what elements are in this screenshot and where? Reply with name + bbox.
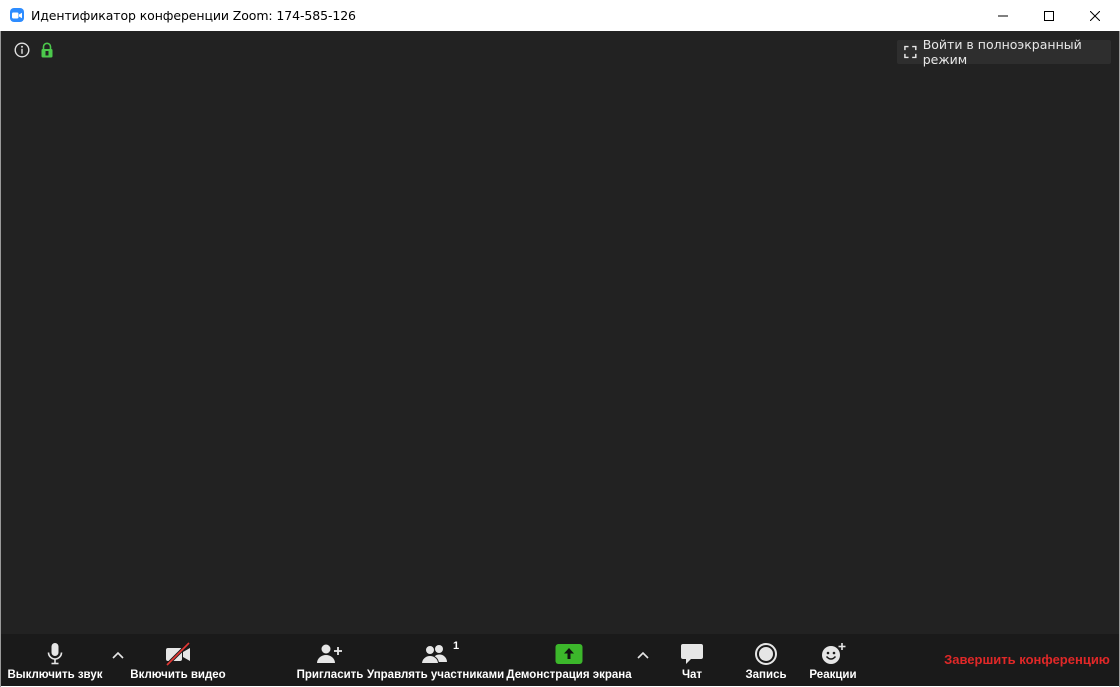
video-off-icon [165, 642, 191, 666]
add-reaction-icon [822, 643, 846, 664]
manage-participants-label: Управлять участниками [367, 669, 505, 681]
mute-label: Выключить звук [7, 669, 103, 681]
close-icon [1090, 10, 1100, 21]
chevron-up-icon [112, 651, 124, 659]
add-user-icon [317, 644, 342, 663]
share-options-caret[interactable] [635, 647, 651, 663]
maximize-button[interactable] [1026, 0, 1072, 31]
close-button[interactable] [1072, 0, 1118, 31]
start-video-label: Включить видео [130, 669, 226, 681]
chat-label: Чат [681, 669, 703, 681]
invite-label: Пригласить [296, 669, 364, 681]
window-title: Идентификатор конференции Zoom: 174-585-… [31, 8, 356, 23]
share-screen-button[interactable]: Демонстрация экрана [505, 634, 633, 686]
record-button[interactable]: Запись [741, 634, 791, 686]
chat-button[interactable]: Чат [671, 634, 713, 686]
maximize-icon [1044, 10, 1054, 21]
share-screen-icon [555, 644, 583, 664]
meeting-toolbar: Выключить звук Включить видео Пригласить… [1, 634, 1119, 686]
participants-count: 1 [453, 640, 460, 652]
enter-fullscreen-button[interactable]: Войти в полноэкранный режим [897, 37, 1111, 67]
chat-icon [681, 644, 703, 664]
mute-button[interactable]: Выключить звук [1, 634, 109, 686]
record-icon [755, 643, 777, 665]
start-video-button[interactable]: Включить видео [129, 634, 227, 686]
fullscreen-icon [904, 45, 917, 59]
chevron-up-icon [637, 651, 649, 659]
info-icon[interactable] [14, 42, 30, 58]
zoom-app-icon [10, 8, 24, 22]
microphone-icon [47, 643, 63, 665]
invite-button[interactable]: Пригласить [294, 634, 366, 686]
meeting-video-area: Войти в полноэкранный режим [1, 31, 1119, 634]
reactions-button[interactable]: Реакции [805, 634, 861, 686]
end-meeting-button[interactable]: Завершить конференцию [941, 652, 1113, 667]
minimize-button[interactable] [980, 0, 1026, 31]
fullscreen-label: Войти в полноэкранный режим [922, 37, 1082, 67]
manage-participants-button[interactable]: 1 Управлять участниками [367, 634, 505, 686]
audio-options-caret[interactable] [110, 647, 126, 663]
minimize-icon [998, 15, 1008, 16]
share-screen-label: Демонстрация экрана [506, 669, 632, 681]
record-label: Запись [745, 669, 787, 681]
title-bar: Идентификатор конференции Zoom: 174-585-… [0, 0, 1120, 31]
participants-icon [420, 645, 447, 664]
encryption-lock-icon[interactable] [40, 42, 54, 58]
reactions-label: Реакции [809, 669, 857, 681]
